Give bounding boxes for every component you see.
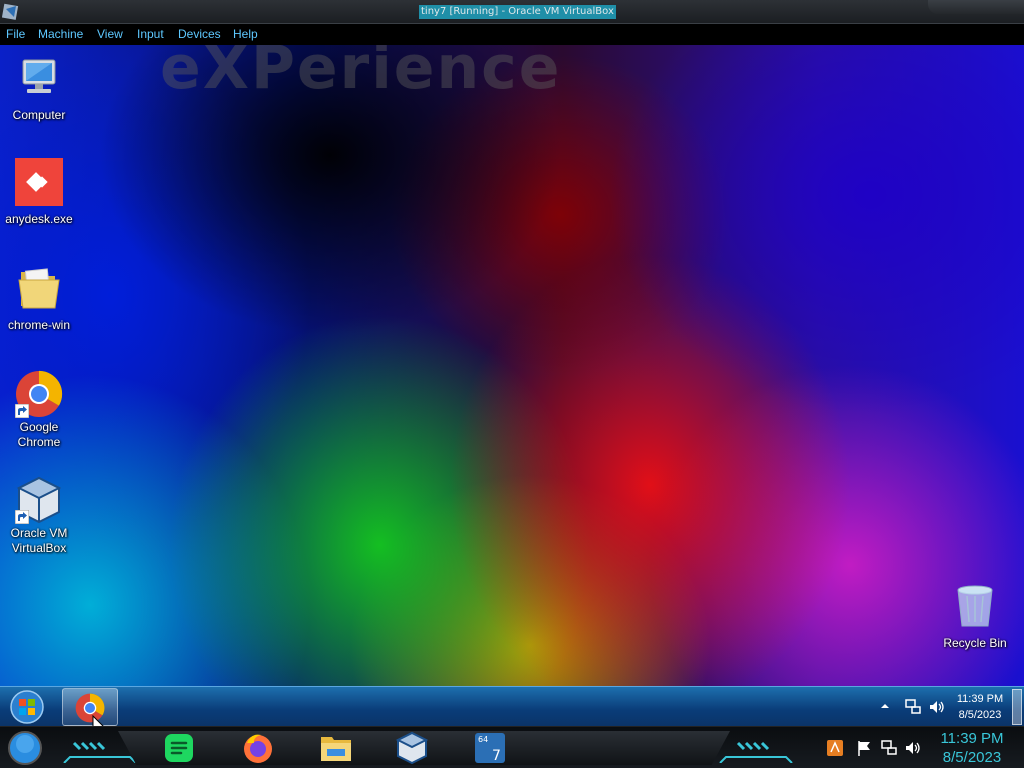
menu-machine[interactable]: Machine <box>38 26 83 42</box>
anydesk-icon <box>15 158 63 206</box>
guest-system-tray: 11:39 PM 8/5/2023 <box>854 687 1024 727</box>
menu-devices[interactable]: Devices <box>178 26 221 42</box>
virtualbox-icon[interactable] <box>395 731 429 765</box>
desktop-icon-label: Computer <box>12 108 66 122</box>
desktop-icon-recycle-bin[interactable]: Recycle Bin <box>937 582 1013 651</box>
host-dock: 64 7 11:39 PM 8/5/2023 <box>0 726 1024 768</box>
shortcut-arrow-icon <box>15 404 29 418</box>
desktop-icon-chrome-win[interactable]: chrome-win <box>1 264 77 333</box>
virtualbox-icon[interactable] <box>2 3 20 21</box>
desktop-icon-google-chrome[interactable]: Google Chrome <box>1 370 77 450</box>
guest-clock[interactable]: 11:39 PM 8/5/2023 <box>952 691 1008 723</box>
recycle-bin-icon <box>957 585 993 627</box>
network-icon[interactable] <box>880 739 898 757</box>
desktop-icon-label: Recycle Bin <box>943 636 1007 650</box>
dock-decoration <box>719 741 793 763</box>
folder-icon <box>18 268 60 309</box>
file-explorer-icon[interactable] <box>319 731 353 765</box>
host-titlebar[interactable]: tiny7 [Running] - Oracle VM VirtualBox <box>0 0 1024 24</box>
firefox-icon[interactable] <box>241 731 275 765</box>
shortcut-arrow-icon <box>15 510 29 524</box>
app-icon[interactable] <box>826 739 844 757</box>
network-icon[interactable] <box>904 698 922 716</box>
clock-date: 8/5/2023 <box>942 749 1002 766</box>
desktop-icon-label: Google Chrome <box>17 420 61 449</box>
guest-taskbar: 11:39 PM 8/5/2023 <box>0 686 1024 726</box>
desktop-icon-computer[interactable]: Computer <box>1 54 77 123</box>
menu-input[interactable]: Input <box>137 26 164 42</box>
desktop-icon-virtualbox[interactable]: Oracle VM VirtualBox <box>1 476 77 556</box>
show-hidden-icons-icon[interactable] <box>880 701 890 711</box>
flag-icon[interactable] <box>856 739 874 757</box>
host-start-button-icon[interactable] <box>6 730 44 766</box>
desktop-icon-label: anydesk.exe <box>5 212 73 226</box>
volume-icon[interactable] <box>904 739 922 757</box>
menu-view[interactable]: View <box>97 26 123 42</box>
start-button-icon[interactable] <box>8 689 46 725</box>
volume-icon[interactable] <box>928 698 946 716</box>
desktop-icon-label: Oracle VM VirtualBox <box>10 526 68 555</box>
messages-icon[interactable] <box>162 731 196 765</box>
window-controls[interactable] <box>928 0 1024 14</box>
computer-icon <box>22 59 56 93</box>
windows7-vm-icon[interactable]: 64 7 <box>473 731 507 765</box>
screen: tiny7 [Running] - Oracle VM VirtualBox F… <box>0 0 1024 768</box>
menu-help[interactable]: Help <box>233 26 258 42</box>
window-title: tiny7 [Running] - Oracle VM VirtualBox <box>419 5 616 19</box>
svg-text:64: 64 <box>478 735 488 744</box>
host-clock[interactable]: 11:39 PM 8/5/2023 <box>934 729 1010 767</box>
guest-desktop[interactable]: eXPerience Computer anydesk.exe chrome-w… <box>0 45 1024 686</box>
clock-time: 11:39 PM <box>956 693 1004 705</box>
clock-time: 11:39 PM <box>940 730 1004 747</box>
desktop-icon-anydesk[interactable]: anydesk.exe <box>1 158 77 227</box>
wallpaper-watermark: eXPerience <box>160 45 562 103</box>
desktop-icon-label: chrome-win <box>7 318 70 332</box>
taskbar-chrome-button[interactable] <box>62 688 118 726</box>
show-desktop-button[interactable] <box>1012 689 1022 725</box>
svg-text:7: 7 <box>492 748 501 764</box>
clock-date: 8/5/2023 <box>958 709 1002 721</box>
vbox-menubar: File Machine View Input Devices Help <box>0 24 1024 45</box>
menu-file[interactable]: File <box>6 26 25 42</box>
